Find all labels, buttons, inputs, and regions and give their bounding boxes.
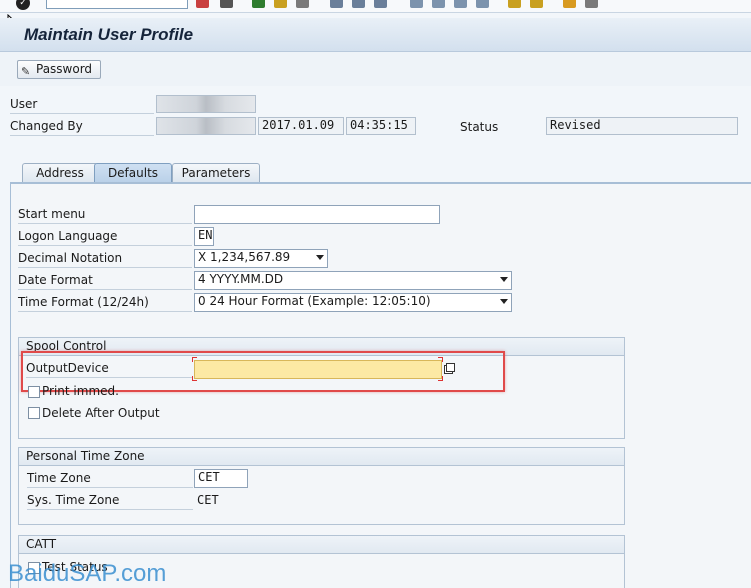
chevron-down-icon[interactable]	[500, 277, 508, 282]
start-menu-label: Start menu	[18, 207, 192, 224]
sys-time-zone-value: CET	[197, 493, 219, 507]
decimal-notation-value: X 1,234,567.89	[198, 250, 291, 264]
time-format-value: 0 24 Hour Format (Example: 12:05:10)	[198, 294, 431, 308]
catt-title: CATT	[19, 536, 624, 554]
last-page-icon[interactable]	[454, 0, 467, 8]
print-immed-checkbox[interactable]	[28, 386, 40, 398]
changed-by-field	[156, 117, 256, 135]
options-icon[interactable]	[585, 0, 598, 8]
time-format-label: Time Format (12/24h)	[18, 295, 192, 312]
tab-address[interactable]: Address	[22, 163, 98, 183]
chevron-down-icon[interactable]	[316, 255, 324, 260]
next-page-icon[interactable]	[432, 0, 445, 8]
previous-page-icon[interactable]	[410, 0, 423, 8]
delete-after-output-checkbox[interactable]	[28, 407, 40, 419]
standard-toolbar: ✓	[0, 0, 751, 13]
user-field	[156, 95, 256, 113]
password-button[interactable]: ✎ Password	[17, 60, 101, 79]
date-format-select[interactable]: 4 YYYY.MM.DD	[194, 271, 512, 290]
chevron-down-icon[interactable]	[500, 299, 508, 304]
start-menu-input[interactable]	[194, 205, 440, 224]
pencil-key-icon: ✎	[21, 65, 31, 78]
changed-date-field: 2017.01.09	[258, 117, 344, 135]
enter-icon[interactable]: ✓	[16, 0, 30, 10]
time-zone-label: Time Zone	[27, 471, 193, 488]
tab-parameters[interactable]: Parameters	[172, 163, 260, 183]
layout-icon[interactable]	[530, 0, 543, 8]
shortcut-icon[interactable]	[508, 0, 521, 8]
back-icon[interactable]	[196, 0, 209, 8]
help-icon[interactable]	[563, 0, 576, 8]
find-icon[interactable]	[330, 0, 343, 8]
print-icon[interactable]	[296, 0, 309, 8]
new-session-icon[interactable]	[476, 0, 489, 8]
title-bar: Maintain User Profile	[0, 18, 751, 52]
tab-defaults[interactable]: Defaults	[94, 163, 172, 183]
logon-language-input[interactable]: EN	[194, 227, 214, 246]
personal-time-zone-title: Personal Time Zone	[19, 448, 624, 466]
decimal-notation-select[interactable]: X 1,234,567.89	[194, 249, 328, 268]
find-next-icon[interactable]	[352, 0, 365, 8]
date-format-label: Date Format	[18, 273, 192, 290]
page-title: Maintain User Profile	[24, 25, 194, 44]
password-button-label: Password	[36, 62, 93, 76]
save-icon[interactable]	[220, 0, 233, 8]
delete-after-output-label: Delete After Output	[42, 406, 160, 420]
command-field[interactable]	[46, 0, 188, 9]
application-toolbar	[0, 52, 751, 86]
logon-language-label: Logon Language	[18, 229, 192, 246]
time-format-select[interactable]: 0 24 Hour Format (Example: 12:05:10)	[194, 293, 512, 312]
user-label: User	[10, 97, 154, 114]
print-immed-label: Print immed.	[42, 384, 119, 398]
time-zone-input[interactable]: CET	[194, 469, 248, 488]
changed-by-label: Changed By	[10, 119, 154, 136]
sys-time-zone-label: Sys. Time Zone	[27, 493, 193, 510]
changed-time-field: 04:35:15	[346, 117, 416, 135]
first-page-icon[interactable]	[374, 0, 387, 8]
date-format-value: 4 YYYY.MM.DD	[198, 272, 284, 286]
watermark: BaiduSAP.com	[8, 560, 167, 587]
cancel-icon[interactable]	[274, 0, 287, 8]
status-label: Status	[460, 120, 499, 134]
decimal-notation-label: Decimal Notation	[18, 251, 192, 268]
exit-icon[interactable]	[252, 0, 265, 8]
status-field: Revised	[546, 117, 738, 135]
